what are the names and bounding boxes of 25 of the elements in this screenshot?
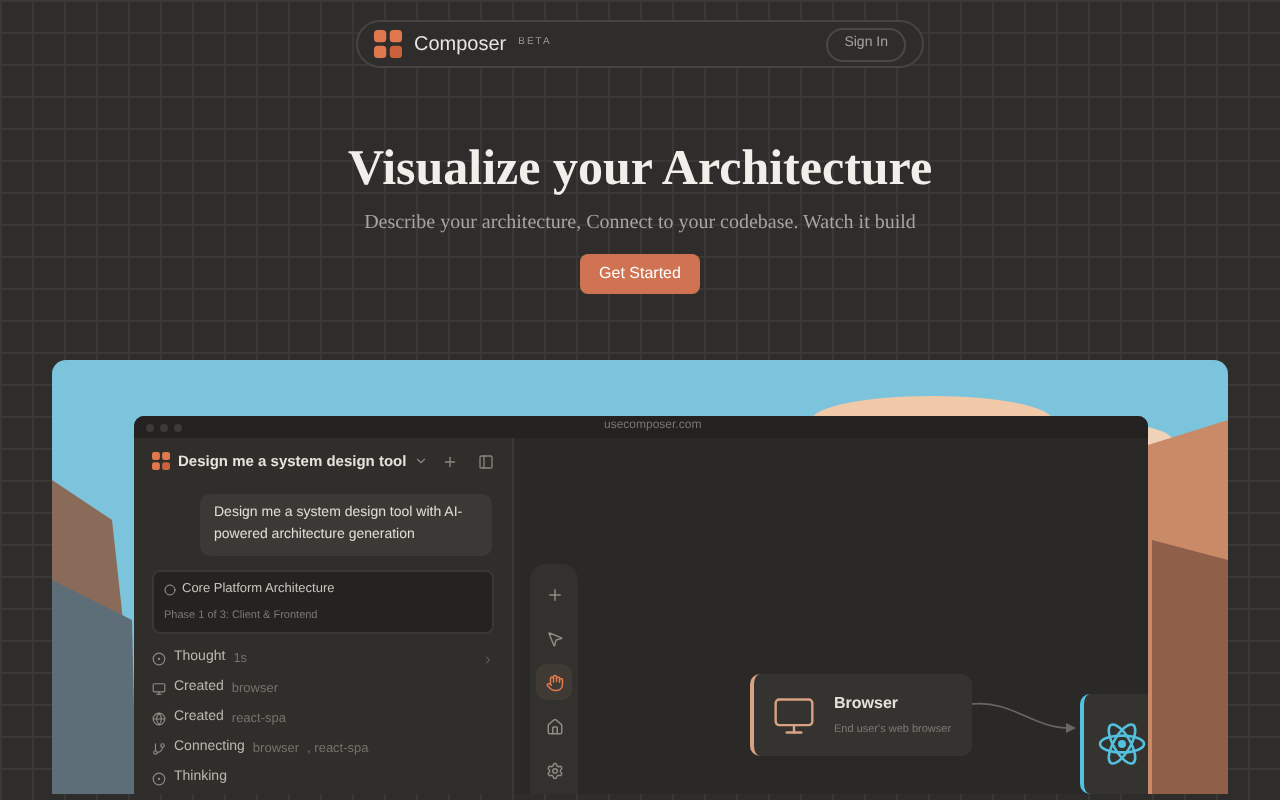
step-icon bbox=[152, 652, 166, 666]
monitor-icon bbox=[772, 693, 816, 737]
circle-icon bbox=[164, 583, 176, 596]
get-started-button[interactable]: Get Started bbox=[579, 254, 701, 294]
hand-icon bbox=[545, 673, 563, 691]
panel-icon[interactable] bbox=[478, 453, 494, 469]
tool-button[interactable] bbox=[536, 664, 572, 700]
node-title: Browser bbox=[834, 691, 901, 716]
hero-title: Visualize your Architecture bbox=[347, 140, 933, 200]
atom-icon bbox=[1098, 722, 1146, 766]
settings-icon bbox=[545, 761, 563, 779]
logo-icon bbox=[152, 452, 170, 470]
pointer-icon bbox=[545, 629, 563, 647]
plus-icon bbox=[545, 585, 563, 603]
step-icon bbox=[152, 772, 166, 786]
home-icon bbox=[545, 717, 563, 735]
connector-arrow bbox=[972, 700, 1078, 736]
step-icon bbox=[152, 682, 166, 696]
new-chat-icon[interactable] bbox=[442, 453, 458, 469]
hero-subtitle: Describe your architecture, Connect to your codebase. Watch it build bbox=[364, 210, 916, 238]
brand-name: Composer bbox=[414, 31, 507, 59]
step-icon bbox=[152, 742, 166, 756]
logo-icon bbox=[374, 30, 402, 58]
chevron-down-icon[interactable] bbox=[414, 454, 429, 468]
step-icon bbox=[152, 712, 166, 726]
